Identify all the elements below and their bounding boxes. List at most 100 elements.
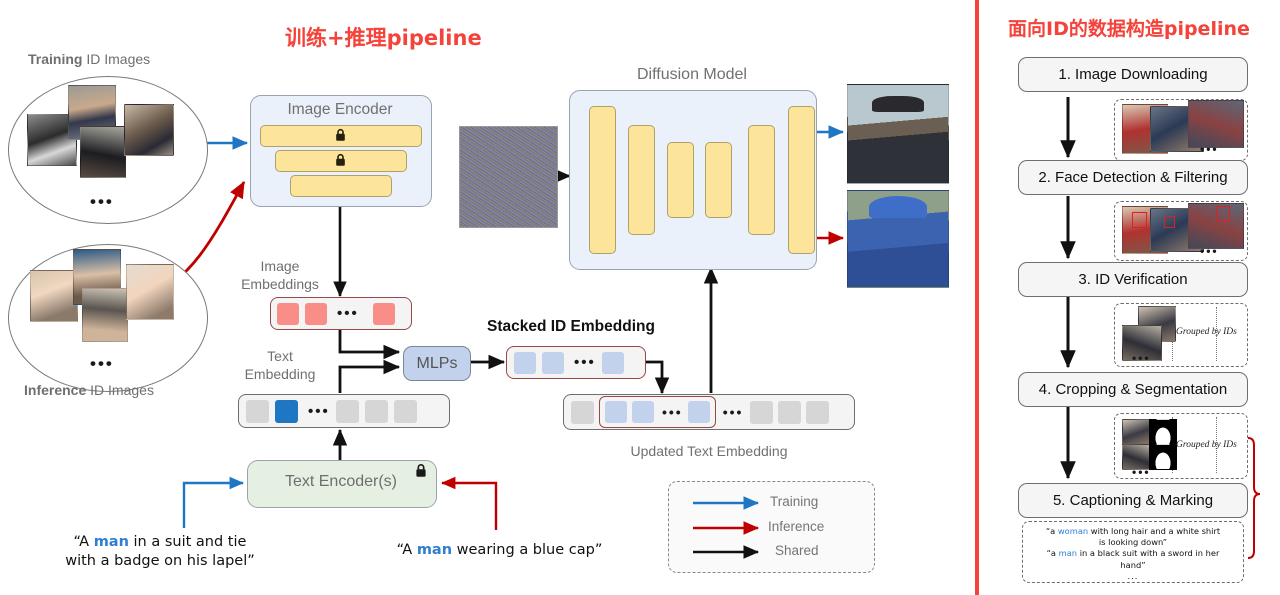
text-embedding-cell <box>393 399 417 423</box>
stacked-ellipsis: ••• <box>574 354 596 371</box>
step-4-ellipsis: ••• <box>1132 465 1151 479</box>
text-embedding-ellipsis: ••• <box>308 402 330 420</box>
cap1-keyword: woman <box>1057 526 1089 536</box>
cap1-post: with long hair and a white shirt <box>1088 526 1221 536</box>
updated-cell <box>750 400 774 424</box>
text-embedding-cell-active <box>275 399 298 423</box>
inference-photo-3 <box>82 288 128 342</box>
stacked-cell <box>601 351 624 374</box>
updated-cell <box>571 400 594 424</box>
text-embedding-strip: ••• <box>238 394 450 428</box>
updated-group-cell <box>632 401 654 423</box>
image-embeddings-label-l1: Image <box>260 258 300 274</box>
stacked-cell <box>514 351 536 374</box>
lock-icon-encoder-2 <box>336 153 345 166</box>
text-embedding-cell <box>364 399 388 423</box>
pipeline-step-5[interactable]: 5. Captioning & Marking <box>1018 483 1248 518</box>
step4-thumb-1 <box>1122 419 1150 445</box>
tp-keyword: man <box>93 534 129 550</box>
pipeline-step-4[interactable]: 4. Cropping & Segmentation <box>1018 372 1248 407</box>
image-embedding-cell <box>277 302 299 325</box>
step4-mask-1 <box>1149 419 1177 445</box>
caption-line-2: is looking down” <box>1098 537 1168 548</box>
training-photo-4 <box>124 104 174 156</box>
pipeline-step-2[interactable]: 2. Face Detection & Filtering <box>1018 160 1248 195</box>
step4-mask-2 <box>1149 444 1177 470</box>
legend-label-shared: Shared <box>775 543 819 558</box>
ip-keyword: man <box>416 542 453 558</box>
unet-block <box>748 125 775 235</box>
updated-group-cell <box>605 401 627 423</box>
text-embedding-label-l2: Embedding <box>244 365 316 382</box>
stacked-cell <box>542 351 564 374</box>
caption-line-5: ... <box>1127 570 1139 581</box>
text-embedding-label-l1: Text <box>267 348 293 364</box>
training-label-bold: Training <box>28 51 83 67</box>
inference-photo-1 <box>30 270 78 322</box>
updated-cell <box>778 400 802 424</box>
caption-line-3: “a man in a black suit with a sword in h… <box>1028 548 1238 559</box>
step-1-ellipsis: ••• <box>1200 142 1219 156</box>
unet-block <box>589 106 616 254</box>
text-embedding-cell <box>335 399 359 423</box>
image-embeddings-label: Image Embeddings <box>232 258 328 293</box>
ip-pre: “A <box>396 542 417 558</box>
tp-pre: “A <box>73 534 94 550</box>
updated-group-highlight: ••• <box>599 396 716 428</box>
step-3-ellipsis: ••• <box>1132 351 1151 365</box>
diffusion-model-title: Diffusion Model <box>637 66 747 83</box>
legend-label-inference: Inference <box>768 519 825 534</box>
pipeline-step-3[interactable]: 3. ID Verification <box>1018 262 1248 297</box>
inference-label-rest: ID Images <box>86 382 154 398</box>
caption-line-1: “a woman with long hair and a white shir… <box>1028 526 1238 537</box>
training-ellipsis: ••• <box>90 192 114 211</box>
captions-box: “a woman with long hair and a white shir… <box>1022 521 1244 583</box>
output-inference-cap <box>869 196 927 218</box>
text-encoder-label: Text Encoder(s) <box>284 473 398 490</box>
updated-group-ellipsis: ••• <box>662 404 683 420</box>
image-embedding-cell <box>372 302 395 325</box>
cap3-post: in a black suit with a sword in her <box>1077 548 1220 559</box>
step-4-grouped-label: Grouped by IDs <box>1176 440 1237 450</box>
ip-post: wearing a blue cap” <box>452 542 603 558</box>
image-embedding-cell <box>305 302 327 325</box>
right-panel-title: 面向ID的数据构造pipeline <box>1008 18 1250 40</box>
inference-photo-4 <box>126 264 174 320</box>
legend-label-training: Training <box>770 494 819 509</box>
unet-block <box>788 106 815 254</box>
image-encoder-title: Image Encoder <box>287 101 393 118</box>
pipeline-step-1[interactable]: 1. Image Downloading <box>1018 57 1248 92</box>
noise-latent-image <box>459 126 558 228</box>
image-embeddings-label-l2: Embeddings <box>241 275 319 292</box>
updated-text-embedding-label: Updated Text Embedding <box>630 443 788 459</box>
updated-cell <box>806 400 830 424</box>
updated-text-embedding-strip: ••• ••• <box>563 394 855 430</box>
cap1-pre: “a <box>1045 526 1058 536</box>
training-prompt: “A man in a suit and tie with a badge on… <box>30 533 290 571</box>
panel-divider <box>975 0 979 595</box>
inference-label-bold: Inference <box>24 382 87 398</box>
tp-post: in a suit and tie <box>128 534 247 550</box>
step1-thumb-3 <box>1188 100 1244 148</box>
text-embedding-cell <box>246 399 269 423</box>
encoder-layer-3 <box>290 175 392 197</box>
unet-block <box>705 142 732 218</box>
lock-icon-encoder-1 <box>336 128 345 141</box>
image-embedding-ellipsis: ••• <box>337 305 359 322</box>
face-detection-box-3 <box>1216 206 1230 221</box>
training-prompt-line2: with a badge on his lapel” <box>65 552 255 569</box>
cap3-keyword: man <box>1058 548 1078 559</box>
image-embeddings-strip: ••• <box>270 297 412 330</box>
inference-id-images-label: Inference ID Images <box>24 382 154 398</box>
inference-prompt: “A man wearing a blue cap” <box>392 541 607 560</box>
training-label-rest: ID Images <box>82 51 151 67</box>
training-photo-3 <box>80 126 126 178</box>
caption-line-4: hand” <box>1120 559 1146 570</box>
unet-block <box>628 125 655 235</box>
stacked-id-embedding-label: Stacked ID Embedding <box>487 318 655 335</box>
step-2-ellipsis: ••• <box>1200 244 1219 258</box>
text-embedding-label: Text Embedding <box>232 348 328 383</box>
updated-ellipsis: ••• <box>722 404 744 420</box>
mlps-box[interactable]: MLPs <box>403 346 471 381</box>
updated-group-cell <box>687 401 710 423</box>
